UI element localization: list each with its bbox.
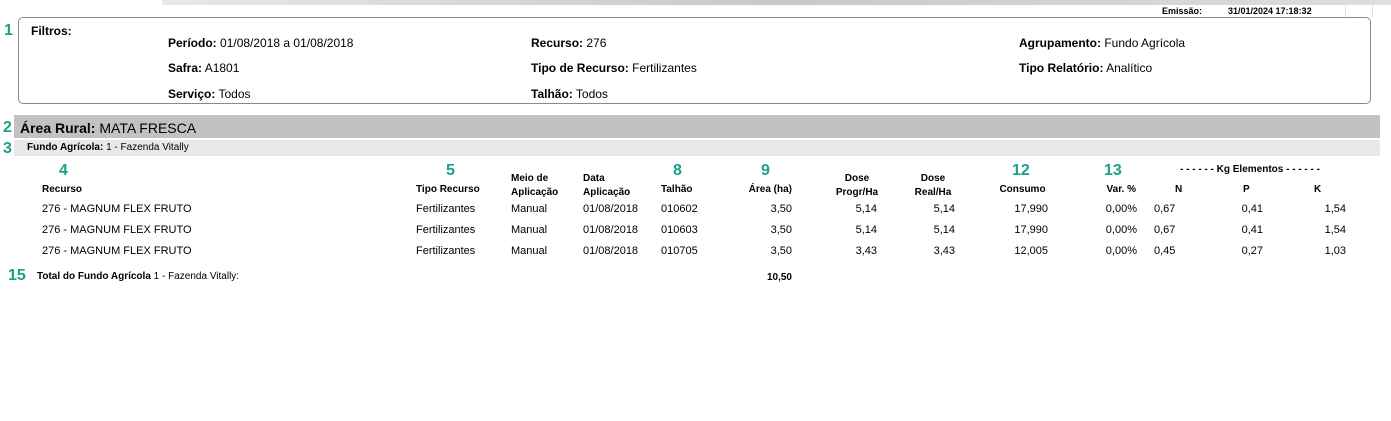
col-tipo-recurso: Tipo Recurso: [416, 184, 480, 195]
cell-k: 1,54: [1324, 203, 1346, 215]
cell-p: 0,41: [1241, 203, 1263, 215]
header-band: [162, 0, 1391, 5]
cell-meio: Manual: [511, 245, 548, 257]
cell-meio: Manual: [511, 224, 548, 236]
table-row: 276 - MAGNUM FLEX FRUTO Fertilizantes Ma…: [0, 203, 1391, 219]
cell-k: 1,54: [1324, 224, 1346, 236]
cell-tipo: Fertilizantes: [416, 245, 476, 257]
marker-4: 4: [59, 162, 68, 179]
table-row: 276 - MAGNUM FLEX FRUTO Fertilizantes Ma…: [0, 245, 1391, 261]
marker-1: 1: [4, 22, 13, 39]
filter-tipo-relatorio: Tipo Relatório: Analítico: [1019, 61, 1153, 75]
total-area: 10,50: [766, 272, 792, 283]
col-dose-real: Dose Real/Ha: [914, 173, 952, 198]
col-kg-elementos: - - - - - - Kg Elementos - - - - - -: [1180, 164, 1320, 175]
cell-recurso: 276 - MAGNUM FLEX FRUTO: [42, 203, 192, 215]
marker-5: 5: [446, 162, 455, 179]
filter-safra: Safra: A1801: [168, 61, 240, 75]
area-rural-band: [14, 115, 1380, 138]
filter-periodo: Período: 01/08/2018 a 01/08/2018: [168, 36, 354, 50]
cell-data: 01/08/2018: [583, 224, 639, 236]
cell-k: 1,03: [1324, 245, 1346, 257]
emissao-label: Emissão:: [1162, 6, 1203, 16]
cell-consumo: 17,990: [1014, 224, 1048, 236]
cell-dose-real: 5,14: [933, 224, 955, 236]
cell-consumo: 17,990: [1014, 203, 1048, 215]
filter-agrupamento: Agrupamento: Fundo Agrícola: [1019, 36, 1186, 50]
col-recurso: Recurso: [42, 184, 83, 195]
marker-2: 2: [3, 119, 12, 136]
cell-dose-real: 3,43: [933, 245, 955, 257]
marker-15: 15: [8, 267, 26, 284]
emissao-value: 31/01/2024 17:18:32: [1228, 6, 1312, 16]
cell-consumo: 12,005: [1014, 245, 1048, 257]
cell-n: 0,67: [1154, 224, 1176, 236]
cell-var: 0,00%: [1105, 245, 1137, 257]
col-talhao: Talhão: [661, 184, 693, 195]
marker-9: 9: [761, 162, 770, 179]
cell-tipo: Fertilizantes: [416, 203, 476, 215]
cell-area: 3,50: [770, 203, 792, 215]
col-var: Var. %: [1106, 184, 1136, 195]
col-k: K: [1314, 184, 1322, 195]
header-edge: [1345, 0, 1373, 17]
cell-var: 0,00%: [1105, 224, 1137, 236]
col-dose-progr: Dose Progr/Ha: [835, 173, 879, 198]
cell-area: 3,50: [770, 224, 792, 236]
cell-dose-progr: 3,43: [855, 245, 877, 257]
cell-tipo: Fertilizantes: [416, 224, 476, 236]
cell-n: 0,45: [1154, 245, 1176, 257]
cell-n: 0,67: [1154, 203, 1176, 215]
cell-talhao: 010602: [661, 203, 698, 215]
filters-title: Filtros:: [31, 24, 72, 38]
col-consumo: Consumo: [999, 184, 1046, 195]
cell-meio: Manual: [511, 203, 548, 215]
filter-recurso: Recurso: 276: [531, 36, 607, 50]
total-label: Total do Fundo Agrícola 1 - Fazenda Vita…: [37, 271, 240, 282]
cell-dose-real: 5,14: [933, 203, 955, 215]
col-n: N: [1175, 184, 1183, 195]
cell-talhao: 010603: [661, 224, 698, 236]
cell-recurso: 276 - MAGNUM FLEX FRUTO: [42, 224, 192, 236]
marker-3: 3: [3, 140, 12, 157]
filter-tipo-recurso: Tipo de Recurso: Fertilizantes: [531, 61, 697, 75]
fundo-band: [14, 140, 1380, 156]
fundo-heading: Fundo Agrícola: 1 - Fazenda Vitally: [27, 142, 189, 153]
col-area: Área (ha): [748, 184, 792, 195]
cell-dose-progr: 5,14: [855, 224, 877, 236]
col-data-aplicacao: Data Aplicação: [583, 173, 631, 198]
col-p: P: [1243, 184, 1250, 195]
marker-13: 13: [1104, 162, 1122, 179]
cell-data: 01/08/2018: [583, 245, 639, 257]
marker-8: 8: [673, 162, 682, 179]
cell-dose-progr: 5,14: [855, 203, 877, 215]
filter-servico: Serviço: Todos: [168, 87, 251, 101]
cell-p: 0,27: [1241, 245, 1263, 257]
cell-talhao: 010705: [661, 245, 698, 257]
cell-data: 01/08/2018: [583, 203, 639, 215]
marker-12: 12: [1012, 162, 1030, 179]
cell-area: 3,50: [770, 245, 792, 257]
table-row: 276 - MAGNUM FLEX FRUTO Fertilizantes Ma…: [0, 224, 1391, 240]
cell-p: 0,41: [1241, 224, 1263, 236]
filter-talhao: Talhão: Todos: [531, 87, 608, 101]
col-meio-aplicacao: Meio de Aplicação: [511, 173, 559, 198]
cell-recurso: 276 - MAGNUM FLEX FRUTO: [42, 245, 192, 257]
cell-var: 0,00%: [1105, 203, 1137, 215]
area-rural-heading: Área Rural: MATA FRESCA: [20, 120, 197, 136]
